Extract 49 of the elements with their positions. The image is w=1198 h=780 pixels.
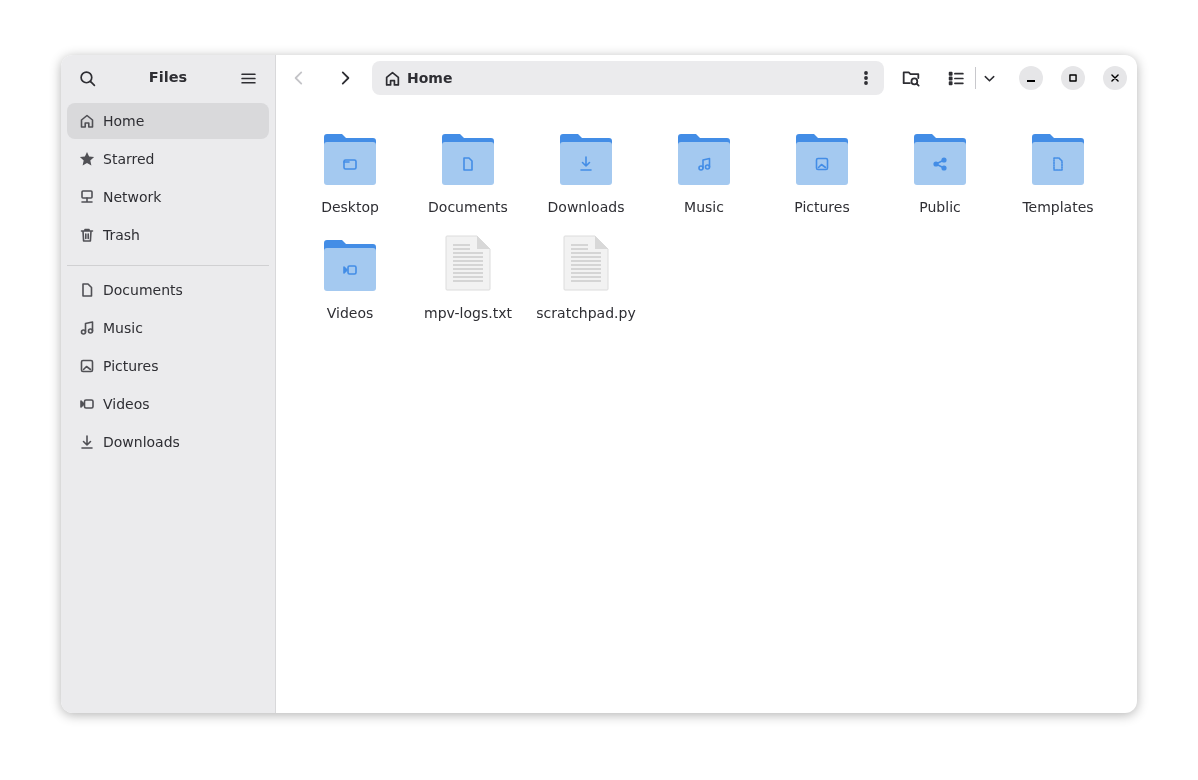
folder-icon[interactable] (678, 133, 730, 185)
folder-icon[interactable] (324, 133, 376, 185)
location-bar[interactable]: Home (372, 61, 884, 95)
file-name: mpv-logs.txt (424, 304, 512, 323)
sidebar-item[interactable]: Documents (67, 272, 269, 308)
home-icon (79, 113, 95, 129)
document-icon (79, 282, 95, 298)
sidebar-item[interactable]: Downloads (67, 424, 269, 460)
maximize-icon (1066, 71, 1080, 85)
trash-icon (79, 227, 95, 243)
file-name: scratchpad.py (536, 304, 636, 323)
folder-icon[interactable] (1032, 133, 1084, 185)
file-name: Desktop (321, 198, 379, 217)
file-name: Templates (1022, 198, 1094, 217)
folder-icon[interactable] (324, 239, 376, 291)
music-note-icon (79, 320, 95, 336)
folder-search-icon (902, 69, 920, 87)
file-name: Pictures (794, 198, 850, 217)
minimize-button[interactable] (1019, 66, 1043, 90)
picture-icon (79, 358, 95, 374)
star-icon (79, 151, 95, 167)
folder-icon[interactable] (442, 133, 494, 185)
folder-icon[interactable] (914, 133, 966, 185)
maximize-button[interactable] (1061, 66, 1085, 90)
network-icon (79, 189, 95, 205)
file-name: Documents (428, 198, 508, 217)
sidebar-item[interactable]: Home (67, 103, 269, 139)
location-text: Home (407, 68, 454, 88)
list-view-icon (948, 69, 965, 87)
sidebar-item[interactable]: Starred (67, 141, 269, 177)
sidebar-item[interactable]: Trash (67, 217, 269, 253)
sidebar-item[interactable]: Pictures (67, 348, 269, 384)
sidebar-item[interactable]: Videos (67, 386, 269, 422)
file-name: Public (919, 198, 961, 217)
close-icon (1108, 71, 1122, 85)
close-button[interactable] (1103, 66, 1127, 90)
file-name: Music (684, 198, 724, 217)
download-icon (79, 434, 95, 450)
minimize-icon (1027, 79, 1035, 82)
file-name: Videos (326, 304, 374, 323)
folder-icon[interactable] (560, 133, 612, 185)
home-icon (384, 69, 401, 87)
sidebar-item[interactable]: Network (67, 179, 269, 215)
folder-icon[interactable] (796, 133, 848, 185)
video-camera-icon (79, 396, 95, 412)
sidebar-item[interactable]: Music (67, 310, 269, 346)
window-title: Files (148, 68, 188, 88)
file-name: Downloads (547, 198, 625, 217)
search-icon (79, 69, 96, 87)
